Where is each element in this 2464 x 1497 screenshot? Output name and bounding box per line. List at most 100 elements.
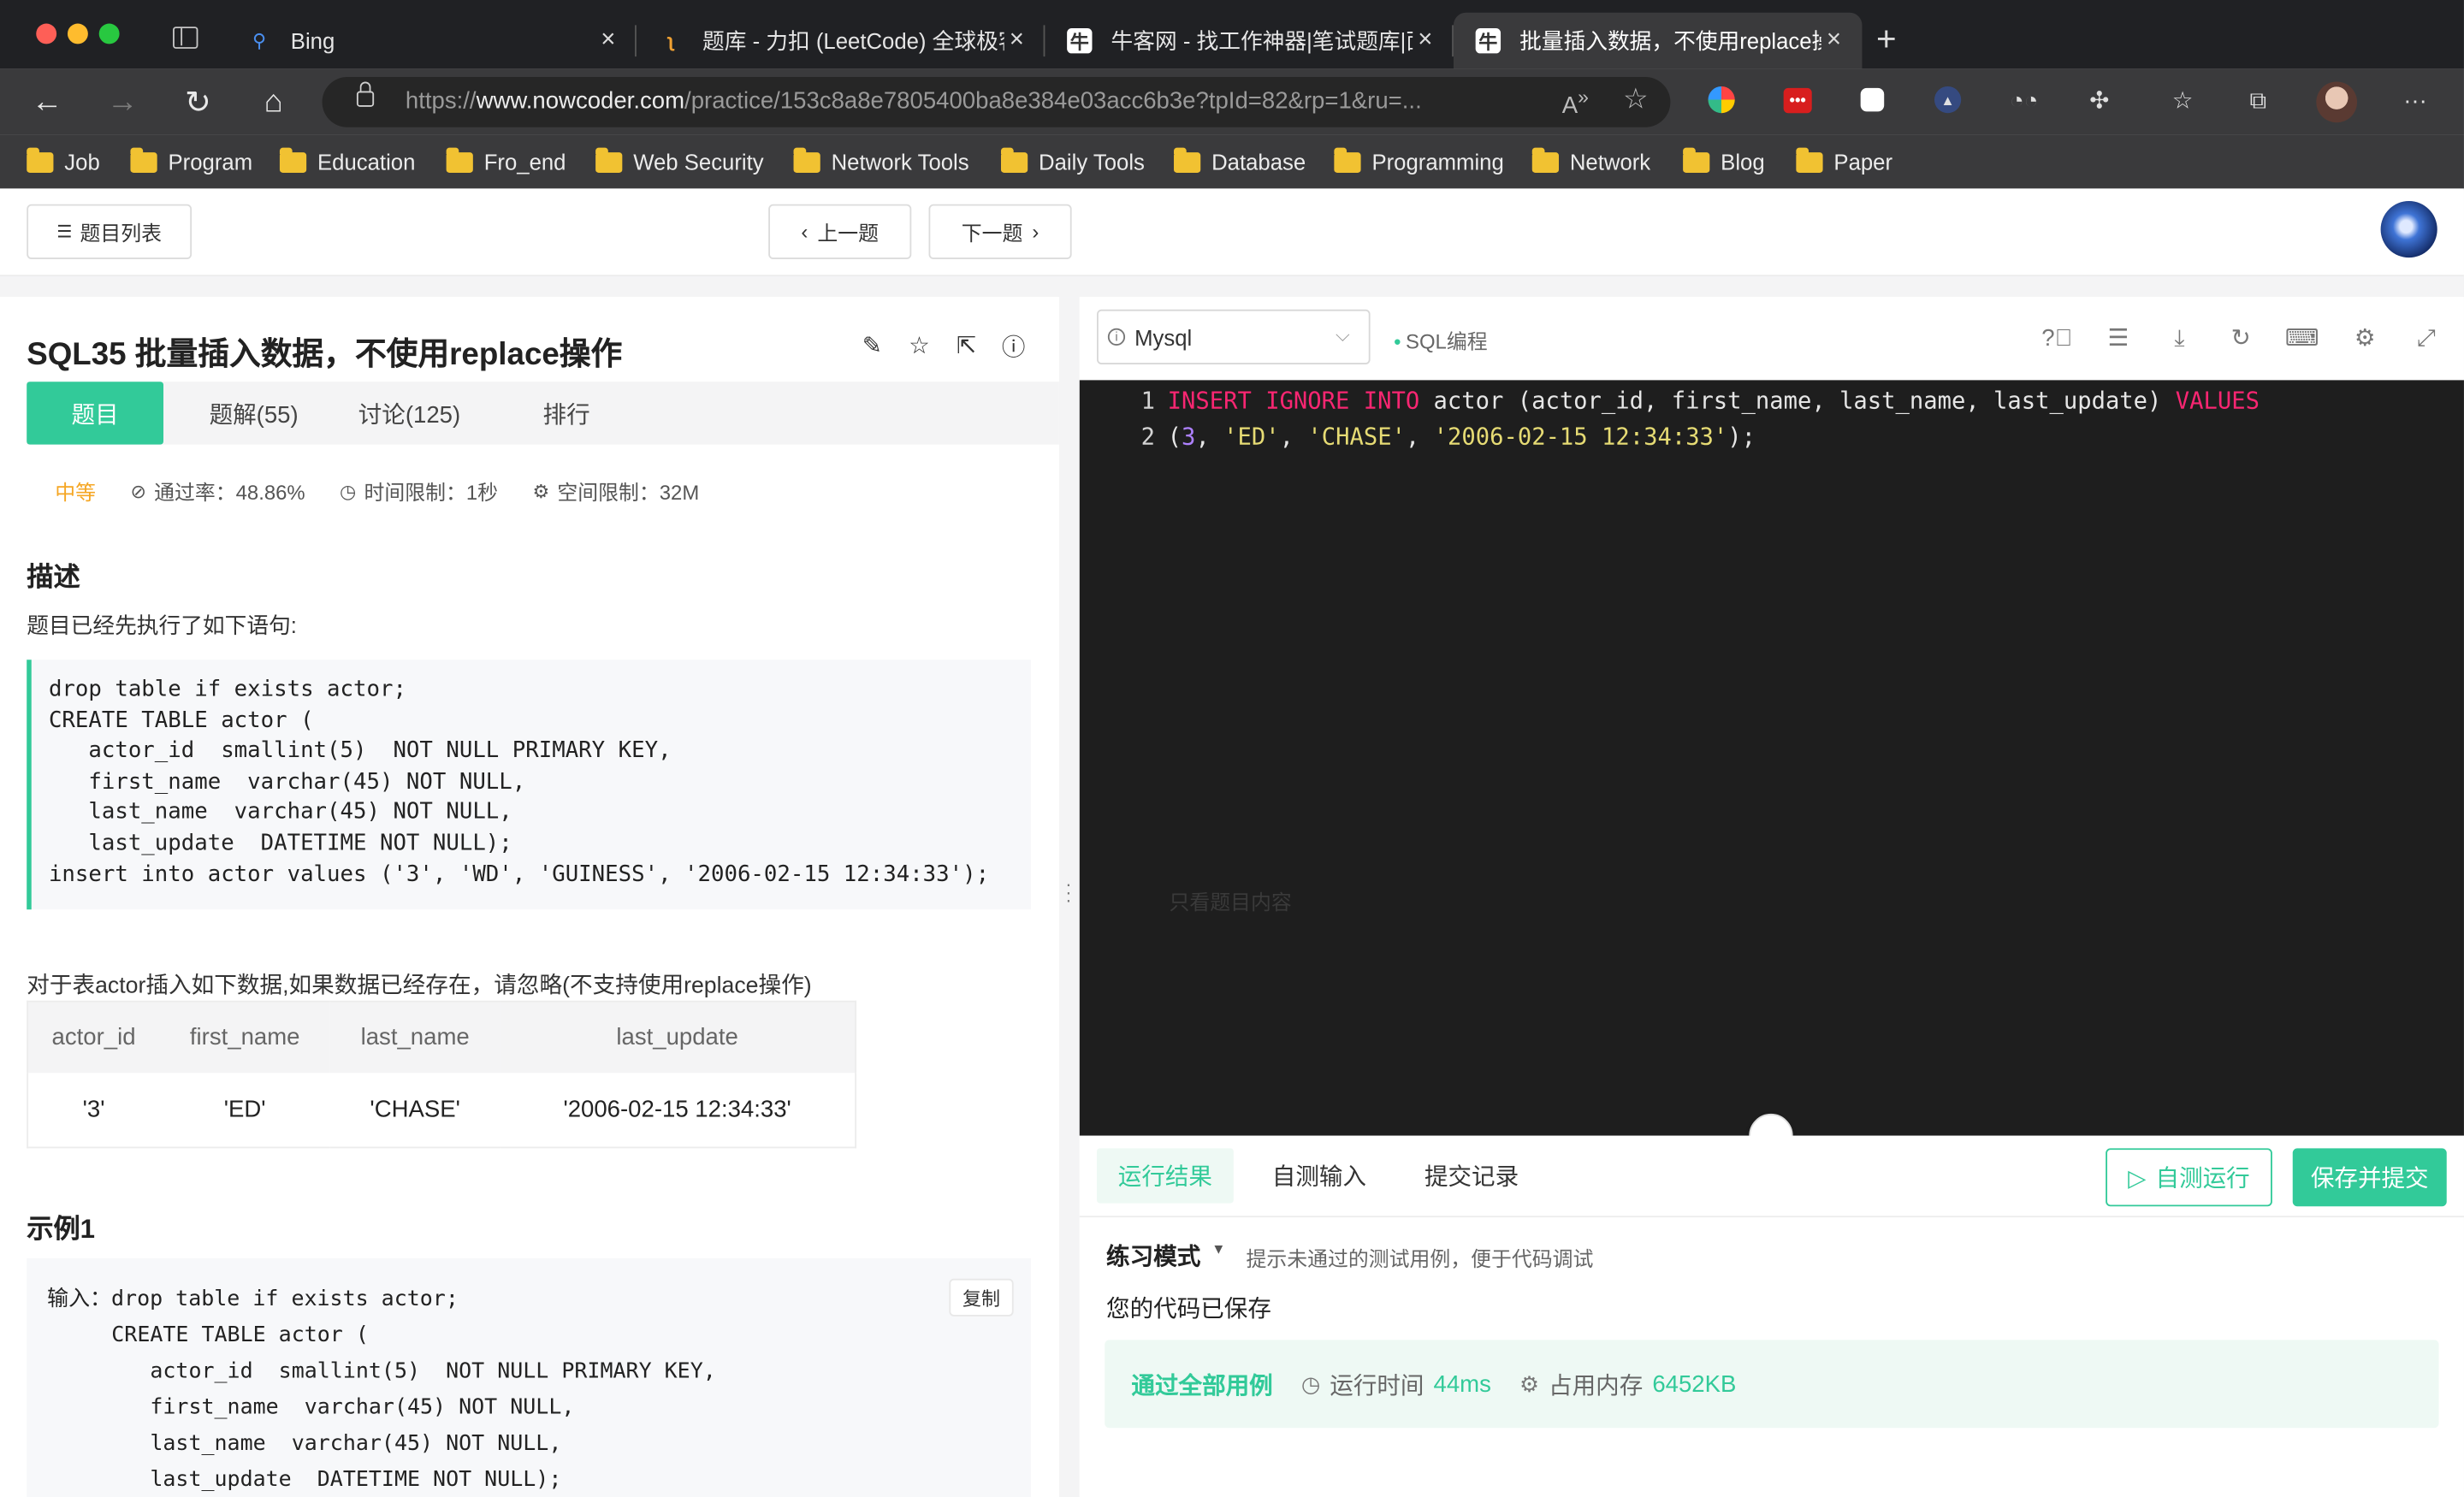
tab-run-result[interactable]: 运行结果	[1097, 1148, 1234, 1204]
help-icon[interactable]: ?⃝	[2041, 322, 2073, 353]
read-aloud-icon[interactable]: A»	[1562, 86, 1589, 120]
bookmark-folder[interactable]: Education	[279, 145, 415, 179]
list-icon[interactable]: ☰	[2103, 322, 2135, 353]
sidebar-toggle-icon[interactable]	[173, 27, 198, 49]
description-intro: 题目已经先执行了如下语句:	[27, 612, 297, 638]
description-heading: 描述	[27, 562, 80, 593]
bookmark-folder[interactable]: Job	[27, 145, 100, 179]
fullscreen-icon[interactable]: ⤢	[2410, 322, 2442, 353]
share-icon[interactable]: ⇱	[952, 331, 980, 359]
question-tabs: 题目 题解(55) 讨论(125) 排行	[27, 382, 1059, 445]
folder-icon	[446, 146, 473, 173]
panel-resize-handle[interactable]: · · ·	[1058, 297, 1080, 1497]
close-window-button[interactable]	[36, 23, 57, 44]
hexagon-extension-icon[interactable]	[1860, 87, 1885, 112]
minimize-window-button[interactable]	[67, 23, 88, 44]
layout-gutter	[0, 276, 2464, 298]
user-avatar[interactable]	[2380, 201, 2437, 258]
bookmark-folder[interactable]: Web Security	[595, 145, 764, 179]
tab-submissions[interactable]: 提交记录	[1403, 1148, 1540, 1203]
mode-hint: 提示未通过的测试用例，便于代码调试	[1246, 1247, 1594, 1271]
self-test-run-button[interactable]: ▷ 自测运行	[2106, 1148, 2272, 1207]
view-question-only-hint[interactable]: 只看题目内容	[1170, 886, 1292, 916]
new-tab-button[interactable]: +	[1876, 19, 1897, 60]
red-extension-icon[interactable]: •••	[1783, 87, 1812, 114]
bookmark-folder[interactable]: Daily Tools	[1000, 145, 1145, 179]
next-question-button[interactable]: 下一题 ›	[928, 204, 1072, 259]
reload-icon[interactable]: ↻	[178, 81, 219, 122]
folder-icon	[1000, 146, 1028, 173]
mode-tag: SQL编程	[1394, 325, 1488, 355]
bookmark-folder[interactable]: Blog	[1683, 145, 1765, 179]
extensions-puzzle-icon[interactable]: ✣	[2083, 85, 2115, 116]
tab-description[interactable]: 题目	[27, 382, 164, 445]
download-icon[interactable]: ⤓	[2164, 322, 2195, 353]
bookmark-folder[interactable]: Programming	[1334, 145, 1504, 179]
bookmarks-bar: Job Program Education Fro_end Web Securi…	[0, 134, 2464, 189]
bookmark-folder[interactable]: Program	[130, 145, 252, 179]
copy-button[interactable]: 复制	[949, 1278, 1014, 1317]
close-tab-icon[interactable]: ×	[1821, 27, 1846, 55]
browser-tab-active[interactable]: 牛 批量插入数据，不使用replace操作 ×	[1453, 12, 1863, 69]
practice-mode-select[interactable]: 练习模式	[1106, 1240, 1200, 1273]
leetcode-icon: ʅ	[667, 29, 674, 52]
runtime-stat: ◷ 运行时间 44ms	[1300, 1370, 1491, 1399]
bookmark-folder[interactable]: Fro_end	[446, 145, 566, 179]
code-line-1[interactable]: 1 INSERT IGNORE INTO actor (actor_id, fir…	[1080, 388, 2260, 424]
back-arrow-icon[interactable]: ←	[27, 81, 68, 122]
forward-arrow-icon[interactable]: →	[102, 81, 143, 122]
reset-icon[interactable]: ↻	[2225, 322, 2257, 353]
bookmark-folder[interactable]: Network	[1531, 145, 1650, 179]
more-menu-icon[interactable]: ···	[2400, 85, 2431, 116]
prev-question-button[interactable]: ‹ 上一题	[768, 204, 912, 259]
browser-tab-bing[interactable]: ⚲ Bing ×	[225, 13, 637, 69]
profile-avatar[interactable]	[2316, 81, 2358, 123]
practice-header: ☰ 题目列表 ‹ 上一题 下一题 ›	[0, 190, 2464, 277]
language-select[interactable]: i Mysql ⌵	[1097, 309, 1371, 365]
browser-tab-leetcode[interactable]: ʅ 题库 - 力扣 (LeetCode) 全球极客挚爱的技术成长平台 ×	[637, 13, 1045, 69]
close-tab-icon[interactable]: ×	[595, 27, 620, 55]
table-cell: 'ED'	[223, 1096, 266, 1123]
tab-discussion[interactable]: 讨论(125)	[341, 382, 478, 444]
edit-icon[interactable]: ✎	[858, 331, 886, 359]
result-panel: 练习模式 ▼ 提示未通过的测试用例，便于代码调试 您的代码已保存 通过全部用例 …	[1079, 1217, 2464, 1497]
maximize-window-button[interactable]	[98, 23, 120, 44]
add-favorite-icon[interactable]: ☆	[1623, 83, 1649, 116]
table-header: last_name	[330, 1001, 500, 1073]
home-icon[interactable]: ⌂	[253, 81, 294, 122]
glasses-extension-icon[interactable]: ◔◔	[2008, 85, 2040, 116]
tab-custom-input[interactable]: 自测输入	[1251, 1148, 1388, 1203]
table-header-row: actor_id first_name last_name last_updat…	[27, 1001, 856, 1073]
task-text: 对于表actor插入如下数据,如果数据已经存在，请忽略(不支持使用replace…	[27, 973, 812, 999]
bookmark-folder[interactable]: Paper	[1796, 145, 1892, 179]
space-limit: ⚙ 空间限制：32M	[532, 479, 700, 505]
code-line-2[interactable]: 2 (3, 'ED', 'CHASE', '2006-02-15 12:34:33…	[1080, 424, 1756, 460]
address-bar[interactable]: https://www.nowcoder.com/practice/153c8a…	[322, 76, 1671, 127]
lock-icon	[356, 81, 375, 107]
url-text[interactable]: https://www.nowcoder.com/practice/153c8a…	[406, 88, 1537, 115]
pass-status: 通过全部用例	[1131, 1372, 1273, 1399]
collections-icon[interactable]: ⧉	[2242, 85, 2274, 116]
close-tab-icon[interactable]: ×	[1004, 27, 1029, 55]
star-icon[interactable]: ☆	[905, 331, 933, 359]
favorites-icon[interactable]: ☆	[2167, 85, 2199, 116]
bookmark-folder[interactable]: Database	[1174, 145, 1306, 179]
bookmark-folder[interactable]: Network Tools	[793, 145, 969, 179]
keyboard-icon[interactable]: ⌨	[2285, 322, 2319, 353]
code-editor[interactable]: 1 INSERT IGNORE INTO actor (actor_id, fir…	[1079, 380, 2464, 1136]
save-submit-button[interactable]: 保存并提交	[2292, 1148, 2447, 1207]
question-actions: ✎ ☆ ⇱ ⓘ	[858, 331, 1028, 360]
color-extension-icon[interactable]	[1708, 86, 1735, 114]
cursor-extension-icon[interactable]: ▲	[1934, 86, 1962, 114]
tab-solutions[interactable]: 题解(55)	[186, 382, 323, 444]
play-icon: ▷	[2128, 1164, 2147, 1192]
question-list-button[interactable]: ☰ 题目列表	[27, 204, 192, 259]
report-icon[interactable]: ⓘ	[999, 331, 1028, 360]
question-meta: 中等 ⊘ 通过率：48.86% ◷ 时间限制：1秒 ⚙ 空间限制：32M	[55, 476, 733, 506]
caret-down-icon[interactable]: ▼	[1211, 1241, 1225, 1257]
info-icon: i	[1107, 328, 1126, 346]
close-tab-icon[interactable]: ×	[1413, 27, 1437, 55]
browser-tab-nowcoder[interactable]: 牛 牛客网 - 找工作神器|笔试题库|面试经验|实习招聘内推 ×	[1045, 13, 1454, 69]
settings-icon[interactable]: ⚙	[2349, 322, 2381, 353]
tab-ranking[interactable]: 排行	[498, 382, 635, 444]
